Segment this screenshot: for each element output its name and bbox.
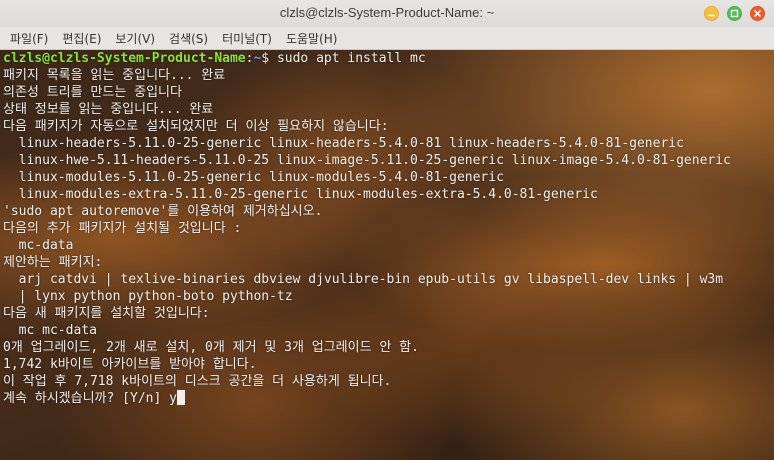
maximize-icon [730, 9, 739, 18]
menu-view[interactable]: 보기(V) [108, 30, 162, 47]
menu-search[interactable]: 검색(S) [162, 30, 215, 47]
output-line: 다음 새 패키지를 설치할 것입니다: [3, 306, 210, 321]
output-line: mc-data [3, 238, 74, 253]
output-line: 상태 정보를 읽는 중입니다... 완료 [3, 102, 214, 117]
output-line: linux-modules-extra-5.11.0-25-generic li… [3, 187, 598, 202]
minimize-button[interactable] [704, 6, 719, 21]
question-line: 계속 하시겠습니까? [Y/n] y [3, 390, 774, 407]
output-line: 다음의 추가 패키지가 설치될 것입니다 : [3, 221, 242, 236]
output-line: mc mc-data [3, 323, 97, 338]
output-line: 다음 패키지가 자동으로 설치되었지만 더 이상 필요하지 않습니다: [3, 119, 389, 134]
maximize-button[interactable] [727, 6, 742, 21]
output-line: | lynx python python-boto python-tz [3, 289, 293, 304]
close-icon [753, 9, 762, 18]
terminal-window: clzls@clzls-System-Product-Name: ~ 파일(F)… [0, 0, 774, 460]
output-line: linux-hwe-5.11-headers-5.11.0-25 linux-i… [3, 153, 731, 168]
menu-help[interactable]: 도움말(H) [279, 30, 345, 47]
output-line: 'sudo apt autoremove'를 이용하여 제거하십시오. [3, 204, 323, 219]
output-line: linux-modules-5.11.0-25-generic linux-mo… [3, 170, 504, 185]
menu-terminal[interactable]: 터미널(T) [215, 30, 279, 47]
prompt-symbol: $ [261, 51, 277, 66]
output-line: 1,742 k바이트 아카이브를 받아야 합니다. [3, 357, 257, 372]
user-input[interactable]: y [169, 391, 177, 406]
prompt-line: clzls@clzls-System-Product-Name:~$ sudo … [3, 50, 774, 67]
prompt-user-host: clzls@clzls-System-Product-Name [3, 51, 246, 66]
text-cursor [176, 390, 185, 405]
output-line: 이 작업 후 7,718 k바이트의 디스크 공간을 더 사용하게 됩니다. [3, 374, 392, 389]
output-line: 0개 업그레이드, 2개 새로 설치, 0개 제거 및 3개 업그레이드 안 함… [3, 340, 419, 355]
menu-file[interactable]: 파일(F) [0, 30, 55, 47]
output-line: linux-headers-5.11.0-25-generic linux-he… [3, 136, 684, 151]
terminal-output: clzls@clzls-System-Product-Name:~$ sudo … [3, 50, 774, 407]
menu-edit[interactable]: 편집(E) [55, 30, 108, 47]
output-line: 제안하는 패키지: [3, 255, 103, 270]
terminal-area[interactable]: clzls@clzls-System-Product-Name:~$ sudo … [0, 50, 774, 460]
title-bar[interactable]: clzls@clzls-System-Product-Name: ~ [0, 0, 774, 28]
prompt-command: sudo apt install mc [276, 51, 426, 66]
output-line: arj catdvi | texlive-binaries dbview djv… [3, 272, 724, 287]
close-button[interactable] [750, 6, 765, 21]
window-title: clzls@clzls-System-Product-Name: ~ [279, 5, 495, 20]
output-line: 패키지 목록을 읽는 중입니다... 완료 [3, 68, 226, 83]
minimize-icon [708, 14, 715, 17]
confirm-question: 계속 하시겠습니까? [Y/n] [3, 391, 170, 406]
output-line: 의존성 트리를 만드는 중입니다 [3, 85, 182, 100]
menu-bar: 파일(F) 편집(E) 보기(V) 검색(S) 터미널(T) 도움말(H) [0, 27, 774, 50]
